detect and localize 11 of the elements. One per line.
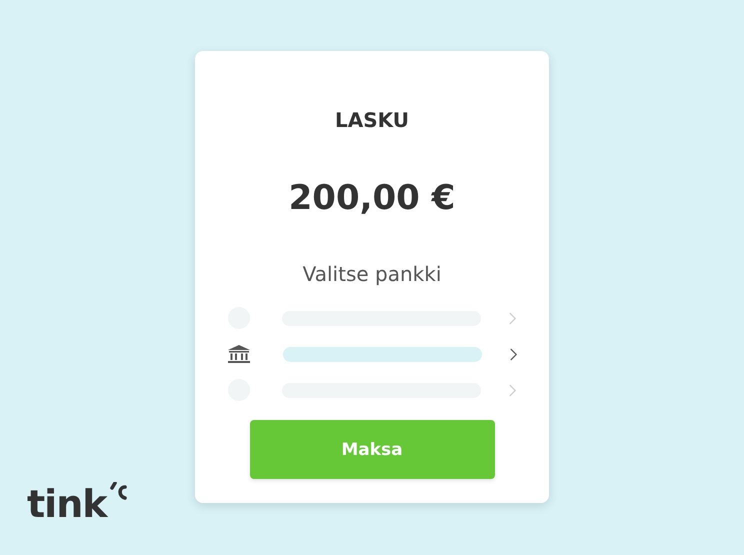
pay-button[interactable]: Maksa <box>250 420 494 479</box>
logo-wordmark: tink <box>27 482 107 526</box>
chevron-icon <box>508 382 516 398</box>
invoice-title: LASKU <box>334 108 409 134</box>
chevron-icon <box>508 310 516 326</box>
bank-icon <box>226 344 250 364</box>
bank-option[interactable] <box>282 346 482 362</box>
choose-bank-heading: Valitse pankki <box>302 262 442 288</box>
invoice-amount: 200,00 € <box>288 178 456 220</box>
logo-mark-icon <box>108 482 127 502</box>
chevron-icon <box>508 346 518 362</box>
